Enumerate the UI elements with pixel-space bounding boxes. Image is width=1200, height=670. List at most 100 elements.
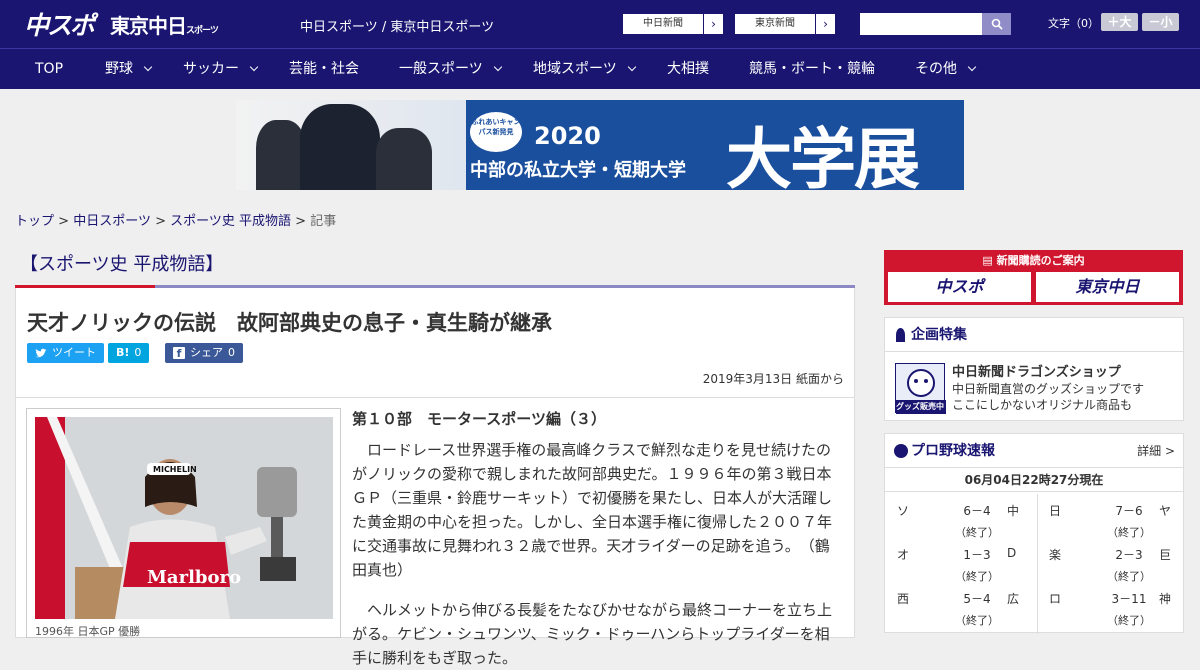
nav-item-racing[interactable]: 競馬・ボート・競輪 [749, 49, 875, 89]
game-score[interactable]: オ 1－3 （終了） D [885, 540, 1035, 584]
nav-label: 地域スポーツ [533, 61, 617, 77]
article-paragraph: ロードレース世界選手権の最高峰クラスで鮮烈な走りを見せ続けたのがノリックの愛称で… [352, 441, 833, 579]
nav-label: 芸能・社会 [289, 61, 359, 77]
game-home-team: 楽 [1049, 548, 1062, 562]
game-status: （終了） [955, 614, 999, 627]
game-status: （終了） [1107, 614, 1151, 627]
article-headline: 天才ノリックの伝説 故阿部典史の息子・真生騎が継承 [27, 311, 552, 335]
game-score[interactable]: ロ 3－11 （終了） 神 [1037, 584, 1185, 628]
article-date: 2019年3月13日 紙面から [702, 372, 844, 386]
chunichi-sports-logo[interactable]: 中スポ [24, 6, 95, 42]
hatena-bookmark-button[interactable]: B! 0 [108, 343, 150, 363]
dragons-shop-title[interactable]: 中日新聞ドラゴンズショップ [952, 361, 1121, 380]
nav-label: 一般スポーツ [399, 61, 483, 77]
subscribe-tokyo-chunichi-link[interactable]: 東京中日 [1036, 272, 1179, 302]
subscription-box[interactable]: ▤ 新聞購読のご案内 中スポ 東京中日 [884, 250, 1183, 305]
rider-photo-illustration [35, 417, 333, 619]
game-score[interactable]: ソ 6－4 （終了） 中 [885, 496, 1035, 540]
ad-banner[interactable]: ふれあいキャンパス新発見 2020 中部の私立大学・短期大学 大学展 [236, 100, 964, 190]
baseball-scores-title: プロ野球速報 [911, 443, 995, 459]
nav-item-baseball[interactable]: 野球 [105, 49, 153, 89]
breadcrumb-current: 記事 [310, 214, 337, 229]
nav-item-soccer[interactable]: サッカー [183, 49, 259, 89]
game-score[interactable]: 楽 2－3 （終了） 巨 [1037, 540, 1185, 584]
baseball-scores-panel: プロ野球速報 詳細 > 06月04日22時27分現在 ソ 6－4 （終了） 中 … [884, 433, 1185, 634]
nav-item-general-sports[interactable]: 一般スポーツ [399, 49, 502, 89]
nav-label: TOP [35, 61, 64, 77]
chevron-right-icon: › [703, 14, 723, 34]
chevron-down-icon [493, 62, 502, 72]
student-figure [376, 128, 432, 190]
share-label: シェア [190, 346, 223, 359]
subscribe-chunichi-sports-link[interactable]: 中スポ [888, 272, 1031, 302]
tokyo-chunichi-logo[interactable]: 東京中日スポーツ [110, 10, 219, 39]
feature-panel-title: 企画特集 [911, 327, 967, 343]
game-score[interactable]: 西 5－4 （終了） 広 [885, 584, 1035, 628]
ribbon-icon [896, 328, 905, 342]
tokyo-shimbun-link[interactable]: 東京新聞 › [734, 13, 836, 35]
tweet-label: ツイート [52, 346, 96, 359]
baseball-scores-header: プロ野球速報 詳細 > [885, 434, 1183, 468]
chevron-down-icon [143, 62, 153, 72]
photo-caption: 1996年 日本GP 優勝 [35, 625, 141, 638]
nav-item-entertainment[interactable]: 芸能・社会 [289, 49, 359, 89]
banner-badge: ふれあいキャンパス新発見 [470, 112, 522, 152]
goods-badge: グッズ販売中 [896, 402, 944, 411]
article-photo[interactable]: Marlboro MICHELIN [35, 417, 333, 619]
student-figure [300, 104, 380, 190]
nav-item-other[interactable]: その他 [915, 49, 977, 89]
article-paragraph: ヘルメットから伸びる長髪をたなびかせながら最終コーナーを立ち上がる。ケビン・シュ… [352, 601, 833, 667]
score-timestamp: 06月04日22時27分現在 [885, 468, 1183, 492]
chunichi-shimbun-link[interactable]: 中日新聞 › [622, 13, 724, 35]
game-away-team: D [1007, 546, 1017, 560]
game-score-value: 6－4 [963, 504, 991, 518]
game-away-team: 中 [1007, 504, 1020, 518]
chevron-down-icon [967, 62, 977, 72]
article-part-title: 第１０部 モータースポーツ編（３） [352, 410, 606, 428]
photo-text-michelin: MICHELIN [153, 465, 197, 474]
breadcrumb-separator: > [295, 214, 307, 229]
game-away-team: 広 [1007, 592, 1020, 606]
nav-item-sumo[interactable]: 大相撲 [667, 49, 709, 89]
banner-year: 2020 [534, 122, 601, 150]
breadcrumb-series[interactable]: スポーツ史 平成物語 [170, 214, 291, 229]
facebook-share-button[interactable]: f シェア 0 [165, 343, 243, 363]
game-home-team: 日 [1049, 504, 1062, 518]
nav-label: サッカー [183, 61, 239, 77]
dragons-shop-thumbnail[interactable]: グッズ販売中 [895, 363, 946, 414]
game-status: （終了） [1107, 526, 1151, 539]
font-smaller-button[interactable]: －小 [1142, 13, 1179, 31]
nav-item-local-sports[interactable]: 地域スポーツ [533, 49, 636, 89]
tokyo-chunichi-logo-text: 東京中日 [110, 14, 187, 38]
game-status: （終了） [955, 570, 999, 583]
game-home-team: ロ [1049, 592, 1062, 606]
feature-panel: 企画特集 グッズ販売中 中日新聞ドラゴンズショップ 中日新聞直営のグッズショップ… [884, 317, 1184, 421]
game-score-value: 3－11 [1111, 592, 1147, 606]
game-home-team: ソ [897, 504, 910, 518]
search-button[interactable] [982, 13, 1011, 35]
search-input[interactable] [860, 13, 982, 35]
game-away-team: 巨 [1159, 548, 1172, 562]
article-body: Marlboro MICHELIN 1996年 日本GP 優勝 第１０部 モータ… [15, 398, 855, 667]
tweet-button[interactable]: ツイート [27, 343, 104, 363]
game-score-value: 1－3 [963, 548, 991, 562]
game-home-team: 西 [897, 592, 910, 606]
chevron-down-icon [627, 62, 636, 72]
game-status: （終了） [955, 526, 999, 539]
breadcrumb-home[interactable]: トップ [15, 214, 54, 229]
font-bigger-button[interactable]: ＋大 [1101, 13, 1138, 31]
nav-item-top[interactable]: TOP [35, 49, 63, 89]
newspaper-icon: ▤ [982, 254, 997, 267]
photo-text-marlboro: Marlboro [147, 567, 241, 588]
search-icon [991, 18, 1003, 30]
banner-photo [236, 100, 466, 190]
game-score[interactable]: 日 7－6 （終了） ヤ [1037, 496, 1185, 540]
nav-label: 野球 [105, 61, 133, 77]
baseball-detail-link[interactable]: 詳細 > [1137, 434, 1175, 468]
breadcrumb-chunichi-sports[interactable]: 中日スポーツ [73, 214, 151, 229]
dragons-shop-desc-line: 中日新聞直営のグッズショップです [952, 382, 1145, 396]
student-figure [256, 120, 306, 190]
font-size-label: 文字（0） [1048, 17, 1099, 30]
breadcrumb: トップ > 中日スポーツ > スポーツ史 平成物語 > 記事 [15, 210, 336, 229]
hatena-count: 0 [134, 346, 142, 359]
